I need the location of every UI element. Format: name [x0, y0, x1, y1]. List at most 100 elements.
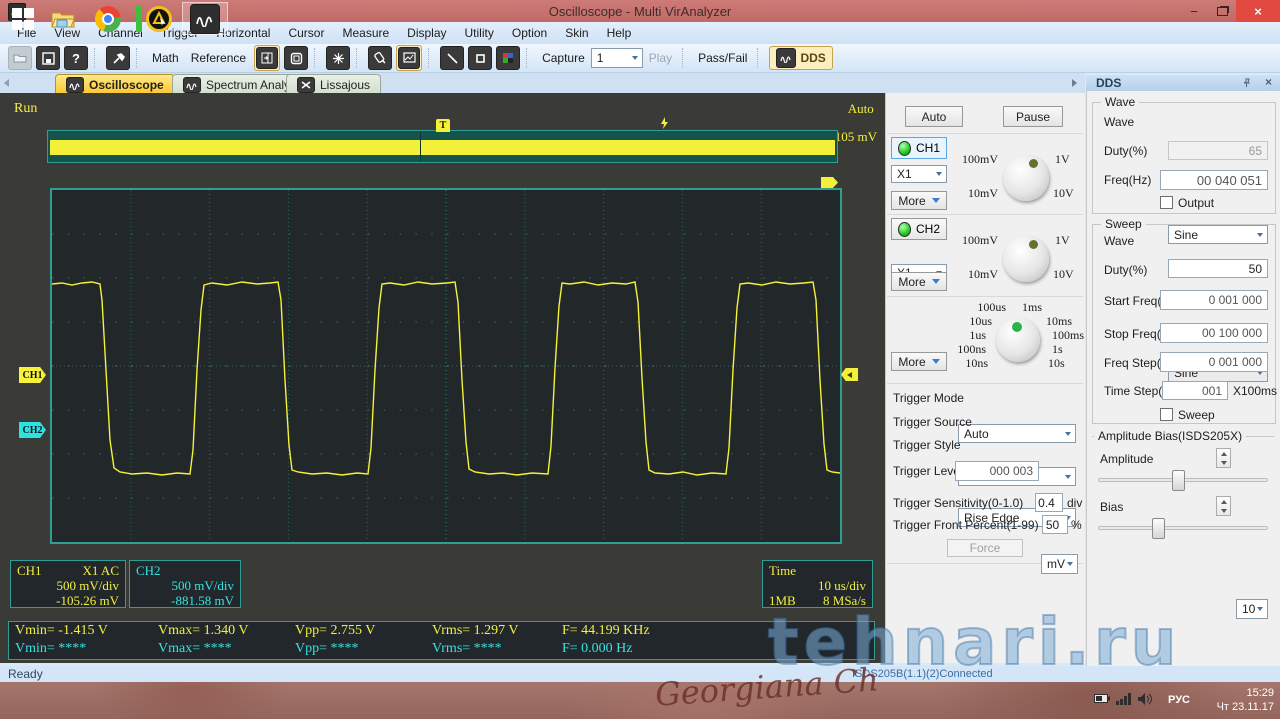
restore-icon — [1217, 7, 1228, 16]
language-indicator[interactable]: РУС — [1168, 694, 1190, 706]
trigger-level-unit-select[interactable]: mV — [1041, 554, 1078, 574]
menu-utility[interactable]: Utility — [456, 22, 503, 44]
ch1-vmin: Vmin= -1.415 V — [15, 623, 158, 639]
reference-button[interactable]: Reference — [191, 51, 246, 65]
ch1-info-offset: -105.26 mV — [17, 593, 119, 608]
sweep-duty-input[interactable]: 50 — [1168, 259, 1268, 278]
capture-count-select[interactable]: 1 — [591, 48, 643, 68]
ch2-enable-button[interactable]: CH2 — [891, 218, 947, 240]
tab-oscilloscope[interactable]: Oscilloscope — [55, 74, 175, 94]
dds-toolbar-button[interactable]: DDS — [769, 46, 832, 70]
probe-check-button[interactable] — [368, 46, 392, 70]
clock-time: 15:29 — [1206, 686, 1274, 700]
amplitude-spinner[interactable] — [1216, 448, 1231, 468]
start-button[interactable] — [3, 2, 43, 35]
network-signal-icon[interactable] — [1116, 693, 1132, 705]
menu-option[interactable]: Option — [503, 22, 556, 44]
dds-close-icon[interactable]: × — [1265, 75, 1272, 89]
dds-output-checkbox[interactable] — [1160, 196, 1173, 209]
ch1-enable-button[interactable]: CH1 — [891, 137, 947, 159]
minimize-button[interactable]: − — [1180, 0, 1208, 22]
question-icon: ? — [72, 51, 80, 66]
taskbar-oscilloscope-button[interactable] — [182, 2, 228, 35]
timebase-knob[interactable] — [996, 318, 1040, 362]
restore-button[interactable] — [1208, 0, 1236, 22]
ch1-volt-knob[interactable] — [1003, 155, 1049, 201]
color-settings-button[interactable] — [496, 46, 520, 70]
taskbar-explorer-button[interactable] — [40, 2, 85, 35]
bias-label: Bias — [1100, 500, 1123, 514]
chevron-down-icon — [932, 279, 940, 284]
record-preview-bar[interactable] — [47, 130, 838, 163]
clock[interactable]: 15:29 Чт 23.11.17 — [1206, 686, 1274, 714]
menu-display[interactable]: Display — [398, 22, 455, 44]
line-style-button[interactable] — [440, 46, 464, 70]
amplitude-slider-thumb[interactable] — [1172, 470, 1185, 491]
panel-divider — [887, 383, 1083, 384]
math-button[interactable]: Math — [152, 51, 179, 65]
dds-duty-input[interactable]: 65 — [1168, 141, 1268, 160]
save-button[interactable] — [36, 46, 60, 70]
file-explorer-icon — [50, 8, 76, 30]
trigger-mode-select[interactable]: Auto — [958, 424, 1076, 443]
stop-button[interactable] — [468, 46, 492, 70]
auto-button[interactable]: Auto — [905, 106, 963, 127]
passfail-button[interactable]: Pass/Fail — [698, 51, 747, 65]
taskbar-logo-button[interactable] — [133, 2, 175, 35]
trigger-position-marker[interactable]: T — [436, 119, 450, 132]
ch2-measurements: Vmin= **** Vmax= **** Vpp= **** Vrms= **… — [9, 640, 874, 658]
tab-scroll-left-icon[interactable] — [4, 79, 9, 87]
bias-slider-thumb[interactable] — [1152, 518, 1165, 539]
menu-cursor[interactable]: Cursor — [279, 22, 333, 44]
trigger-front-input[interactable]: 50 — [1042, 515, 1068, 534]
panel-collapse-icon[interactable] — [1072, 79, 1077, 87]
trigger-style-label: Trigger Style — [893, 438, 961, 452]
ch1-knob-label-100mv: 100mV — [946, 152, 998, 167]
screenshot-button[interactable] — [396, 45, 422, 71]
autoset-button[interactable] — [106, 46, 130, 70]
time-info-depth: 1MB — [769, 593, 796, 608]
menu-help[interactable]: Help — [598, 22, 641, 44]
force-button[interactable]: Force — [947, 539, 1023, 557]
help-button[interactable]: ? — [64, 46, 88, 70]
display-window-button[interactable] — [284, 46, 308, 70]
menu-measure[interactable]: Measure — [333, 22, 398, 44]
sweep-step-input[interactable]: 0 001 000 — [1160, 352, 1268, 372]
sweep-stop-input[interactable]: 00 100 000 — [1160, 323, 1268, 343]
ch2-vmin: Vmin= **** — [15, 641, 158, 657]
ch2-volt-knob[interactable] — [1003, 236, 1049, 282]
pin-icon[interactable] — [1242, 78, 1252, 88]
sweep-time-input[interactable]: 001 — [1162, 381, 1228, 400]
amplitude-label: Amplitude — [1100, 452, 1153, 466]
lissajous-tab-icon — [297, 77, 315, 93]
dds-freq-input[interactable]: 00 040 051 — [1160, 170, 1268, 190]
sweep-start-input[interactable]: 0 001 000 — [1160, 290, 1268, 310]
close-button[interactable]: × — [1236, 0, 1280, 22]
trigger-sensitivity-input[interactable]: 0.4 — [1035, 493, 1063, 512]
ch1-probe-select[interactable]: X1 — [891, 165, 947, 183]
time-knob-label-100ms: 100ms — [1052, 328, 1084, 343]
bias-spinner[interactable] — [1216, 496, 1231, 516]
chevron-down-icon — [1065, 432, 1071, 436]
ch2-more-button[interactable]: More — [891, 272, 947, 291]
bias-slider-track[interactable] — [1098, 526, 1268, 530]
panel-toggle-button[interactable] — [254, 45, 280, 71]
open-file-button[interactable] — [8, 46, 32, 70]
pause-button[interactable]: Pause — [1003, 106, 1063, 127]
speaker-icon[interactable] — [1138, 693, 1153, 705]
taskbar-chrome-button[interactable] — [88, 2, 128, 35]
ch1-more-button[interactable]: More — [891, 191, 947, 210]
analyzer-logo-icon — [146, 6, 172, 32]
center-waveform-button[interactable] — [326, 46, 350, 70]
menu-skin[interactable]: Skin — [556, 22, 597, 44]
tab-lissajous[interactable]: Lissajous — [286, 74, 381, 94]
battery-icon[interactable] — [1094, 693, 1110, 704]
status-ready: Ready — [8, 667, 43, 681]
amplitude-select[interactable]: 10 — [1236, 599, 1268, 619]
sweep-checkbox[interactable] — [1160, 408, 1173, 421]
play-button[interactable]: Play — [649, 51, 672, 65]
ch2-info-name: CH2 — [136, 563, 234, 578]
capture-count-value: 1 — [597, 51, 604, 65]
trigger-level-input[interactable]: 000 003 — [955, 461, 1039, 481]
timebase-more-button[interactable]: More — [891, 352, 947, 371]
